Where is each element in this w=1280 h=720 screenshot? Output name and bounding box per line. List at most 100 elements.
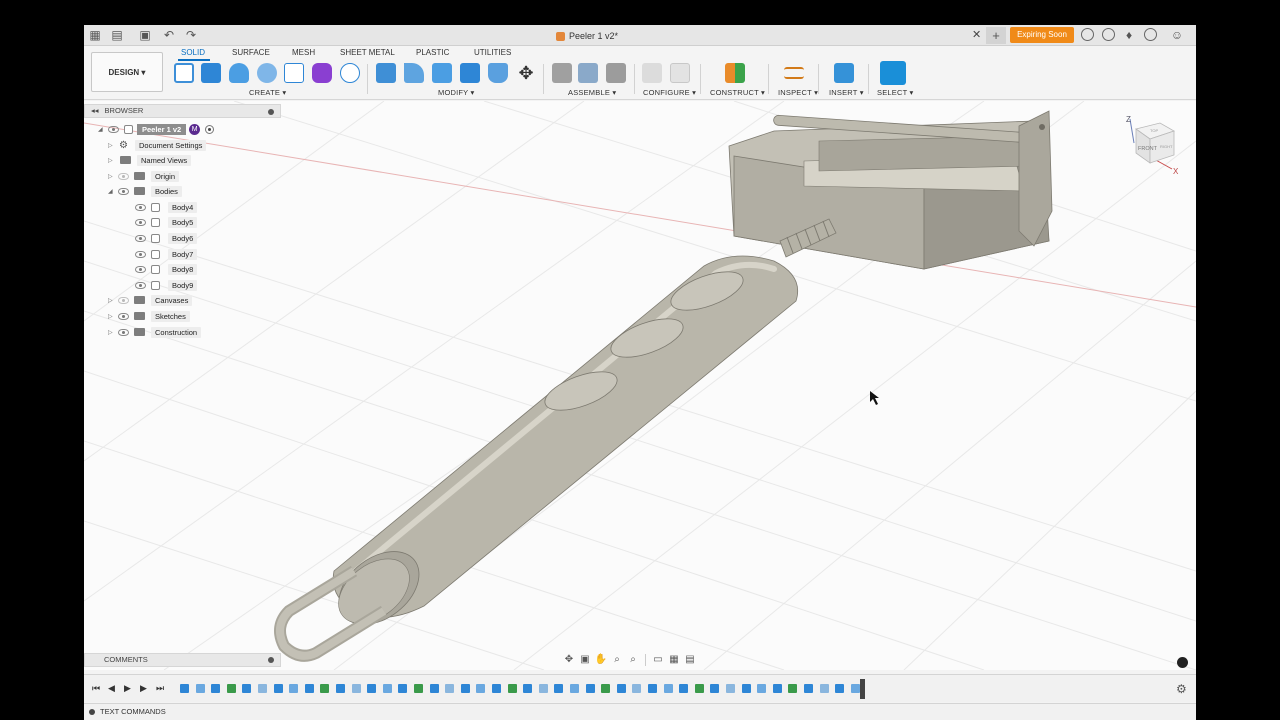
construct-menu[interactable]: CONSTRUCT ▾: [710, 88, 765, 97]
hole-icon[interactable]: [257, 63, 277, 83]
visibility-eye-icon[interactable]: [135, 265, 146, 273]
peeler-handle[interactable]: [274, 255, 799, 662]
timeline-feature-icon[interactable]: [648, 684, 657, 693]
tab-plastic[interactable]: PLASTIC: [416, 48, 449, 57]
create-sketch-icon[interactable]: [174, 63, 194, 83]
feedback-icon[interactable]: [1177, 657, 1188, 668]
hidden-eye-icon[interactable]: [118, 296, 129, 304]
visibility-eye-icon[interactable]: [135, 218, 146, 226]
chamfer-icon[interactable]: [432, 63, 452, 83]
form-icon[interactable]: [312, 63, 332, 83]
timeline-feature-icon[interactable]: [523, 684, 533, 693]
tab-utilities[interactable]: UTILITIES: [474, 48, 511, 57]
browser-item-body[interactable]: Body5: [135, 215, 198, 229]
collapse-arrow-icon[interactable]: ◢: [98, 126, 108, 133]
fillet-icon[interactable]: [404, 63, 424, 83]
comments-add-icon[interactable]: [268, 657, 274, 663]
timeline-feature-icon[interactable]: [819, 684, 829, 693]
new-tab-button[interactable]: +: [986, 27, 1006, 44]
visibility-eye-icon[interactable]: [108, 125, 119, 133]
browser-item-document-settings[interactable]: ▷ ⚙ Document Settings: [108, 138, 207, 152]
select-icon[interactable]: [880, 61, 906, 85]
close-tab-icon[interactable]: ✕: [972, 28, 981, 41]
measure-icon[interactable]: [784, 67, 804, 79]
timeline-feature-icon[interactable]: [180, 684, 189, 693]
browser-item-body[interactable]: Body6: [135, 231, 198, 245]
inspect-menu[interactable]: INSPECT ▾: [778, 88, 818, 97]
timeline-feature-icon[interactable]: [414, 684, 423, 693]
view-cube[interactable]: Z X FRONT TOP RIGHT: [1124, 113, 1180, 175]
pan-icon[interactable]: ✋: [594, 654, 608, 666]
timeline-feature-icon[interactable]: [445, 684, 455, 693]
timeline-feature-icon[interactable]: [320, 684, 330, 693]
timeline-marker[interactable]: [860, 679, 865, 699]
create-menu[interactable]: CREATE ▾: [249, 88, 286, 97]
zoom-window-icon[interactable]: ⌕: [626, 654, 640, 666]
timeline-feature-icon[interactable]: [398, 684, 408, 693]
modify-menu[interactable]: MODIFY ▾: [438, 88, 474, 97]
tab-mesh[interactable]: MESH: [292, 48, 315, 57]
timeline-feature-icon[interactable]: [304, 684, 314, 693]
visibility-eye-icon[interactable]: [135, 234, 146, 242]
timeline-feature-icon[interactable]: [679, 684, 689, 693]
zoom-icon[interactable]: ⌕: [610, 654, 624, 666]
save-icon[interactable]: ▣: [138, 28, 152, 42]
timeline-feature-icon[interactable]: [195, 684, 205, 693]
extrude-icon[interactable]: [201, 63, 221, 83]
tab-sheet-metal[interactable]: SHEET METAL: [340, 48, 395, 57]
timeline-feature-icon[interactable]: [804, 684, 813, 693]
assemble-menu[interactable]: ASSEMBLE ▾: [568, 88, 616, 97]
model-canvas[interactable]: [84, 101, 1196, 670]
timeline-feature-icon[interactable]: [351, 684, 361, 693]
canvas-viewport[interactable]: [84, 101, 1196, 670]
insert-menu[interactable]: INSERT ▾: [829, 88, 864, 97]
pattern-icon[interactable]: [284, 63, 304, 83]
browser-item-construction[interactable]: ▷ Construction: [108, 325, 202, 339]
browser-panel-header[interactable]: ◂◂ BROWSER: [84, 104, 281, 118]
timeline-first-icon[interactable]: ⏮: [92, 683, 100, 694]
file-menu-icon[interactable]: ▤: [110, 28, 124, 42]
visibility-eye-icon[interactable]: [135, 281, 146, 289]
visibility-eye-icon[interactable]: [135, 203, 146, 211]
timeline-feature-icon[interactable]: [460, 684, 470, 693]
view-cube-front-label[interactable]: FRONT: [1138, 146, 1158, 152]
user-avatar-icon[interactable]: ☺: [1170, 28, 1184, 42]
timeline-feature-icon[interactable]: [382, 684, 392, 693]
timeline-feature-icon[interactable]: [570, 684, 579, 693]
revolve-icon[interactable]: [229, 63, 249, 83]
timeline-feature-icon[interactable]: [694, 684, 704, 693]
orbit-icon[interactable]: ✥: [562, 654, 576, 666]
document-tab[interactable]: Peeler 1 v2*: [556, 28, 618, 44]
timeline-feature-icon[interactable]: [850, 684, 860, 693]
text-commands-toggle-icon[interactable]: [89, 709, 95, 715]
configure-icon[interactable]: [642, 63, 662, 83]
select-menu[interactable]: SELECT ▾: [877, 88, 914, 97]
shell-icon[interactable]: [460, 63, 480, 83]
view-cube-top-label[interactable]: TOP: [1150, 128, 1158, 133]
browser-item-bodies[interactable]: ◢ Bodies: [108, 184, 182, 198]
offset-plane-icon[interactable]: [725, 63, 745, 83]
job-status-icon[interactable]: [1102, 28, 1115, 41]
browser-item-body[interactable]: Body4: [135, 200, 198, 214]
timeline-feature-icon[interactable]: [788, 684, 798, 693]
look-at-icon[interactable]: ▣: [578, 654, 592, 666]
app-grid-icon[interactable]: ▦: [88, 28, 102, 42]
timeline-feature-icon[interactable]: [632, 684, 642, 693]
timeline-feature-icon[interactable]: [601, 684, 611, 693]
timeline-feature-icon[interactable]: [663, 684, 673, 693]
timeline-feature-icon[interactable]: [258, 684, 267, 693]
timeline-feature-icon[interactable]: [554, 684, 564, 693]
redo-icon[interactable]: ↷: [184, 28, 198, 42]
browser-item-named-views[interactable]: ▷ Named Views: [108, 153, 192, 167]
visibility-eye-icon[interactable]: [135, 250, 146, 258]
timeline-feature-icon[interactable]: [273, 684, 283, 693]
visibility-eye-icon[interactable]: [118, 312, 129, 320]
move-icon[interactable]: ✥: [516, 63, 536, 83]
timeline-feature-icon[interactable]: [585, 684, 595, 693]
configure-menu[interactable]: CONFIGURE ▾: [643, 88, 696, 97]
timeline-play-icon[interactable]: ▶: [124, 683, 131, 694]
visibility-eye-icon[interactable]: [118, 328, 129, 336]
timeline-settings-gear-icon[interactable]: ⚙: [1176, 682, 1187, 696]
tab-surface[interactable]: SURFACE: [232, 48, 270, 57]
browser-item-body[interactable]: Body8: [135, 262, 198, 276]
